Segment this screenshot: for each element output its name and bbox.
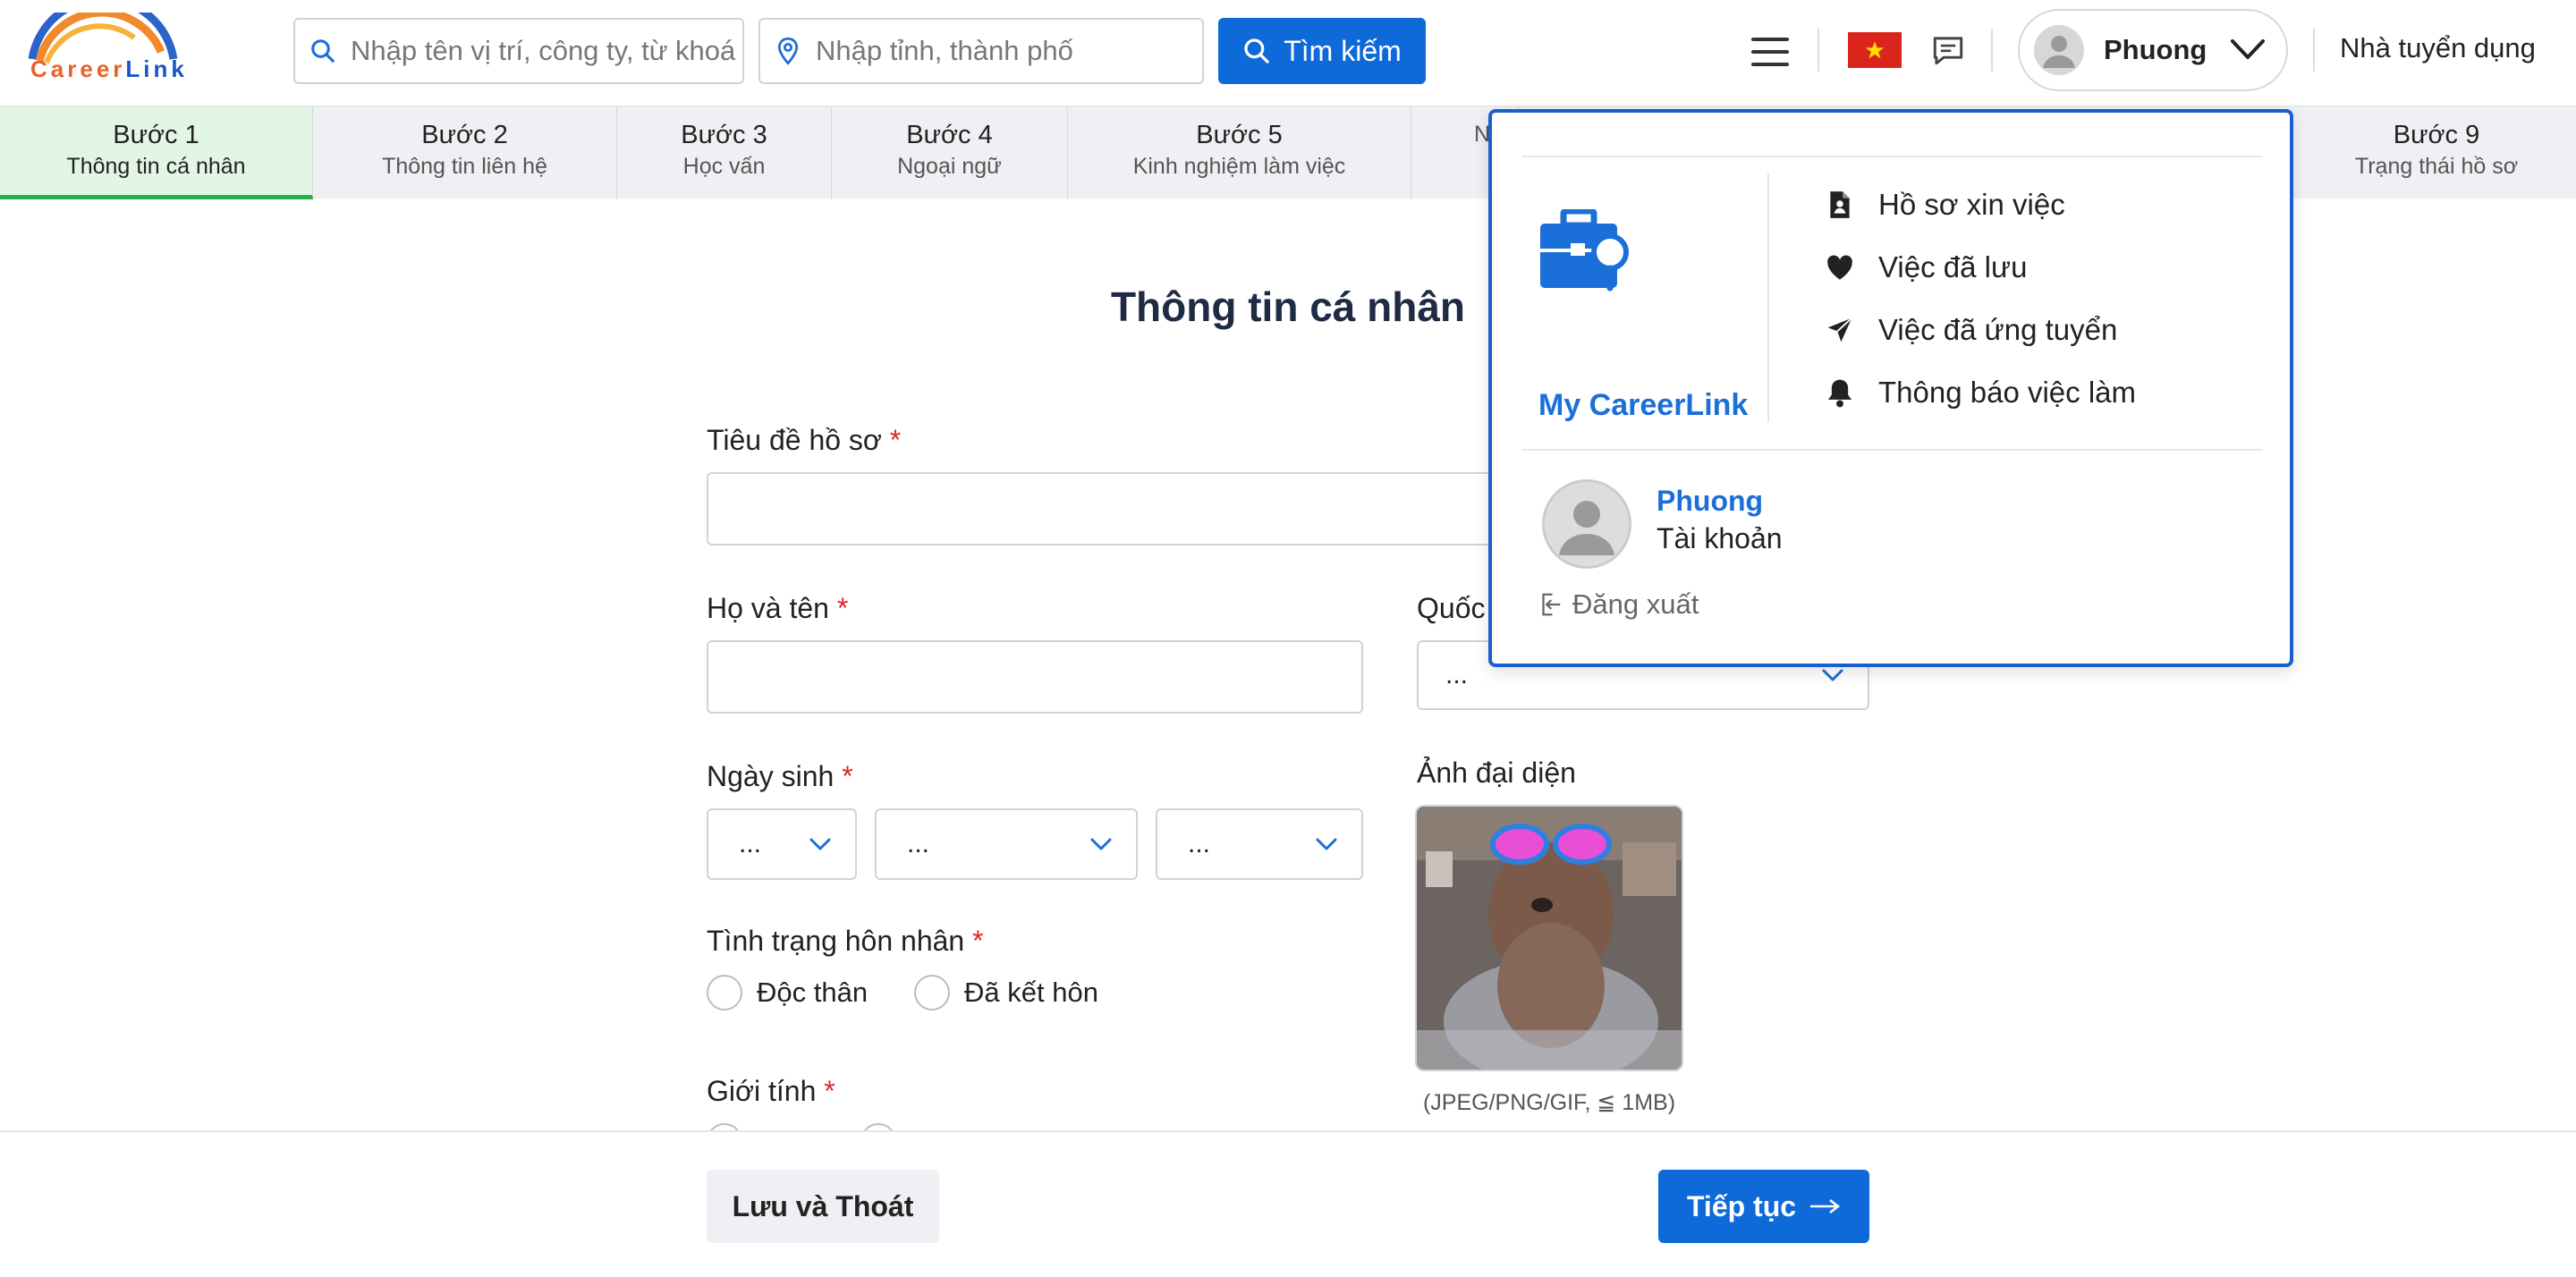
briefcase-search-icon (1540, 207, 1629, 292)
file-user-icon (1823, 188, 1857, 222)
my-careerlink-label: My CareerLink (1538, 388, 1749, 422)
user-dropdown-menu: My CareerLink Hồ sơ xin việc Việc đã lưu… (1488, 109, 2293, 667)
divider (1767, 173, 1769, 422)
search-button[interactable]: Tìm kiếm (1218, 18, 1426, 84)
birthday-month-select[interactable]: ... (875, 808, 1138, 880)
logo-text: CareerLink (30, 55, 188, 82)
divider (2313, 29, 2315, 72)
step-subtitle: Thông tin liên hệ (382, 154, 547, 179)
step-3-tab[interactable]: Bước 3 Học vấn (617, 106, 832, 199)
menu-icon[interactable] (1751, 38, 1789, 66)
location-pin-icon (760, 37, 816, 65)
radio-circle (914, 975, 950, 1011)
heart-icon (1823, 250, 1857, 284)
step-9-tab[interactable]: Bước 9 Trạng thái hồ sơ (2297, 106, 2576, 199)
marital-single-radio[interactable]: Độc thân (707, 975, 868, 1011)
form-footer: Lưu và Thoát Tiếp tục (0, 1130, 2576, 1277)
divider (1818, 29, 1819, 72)
logout-label: Đăng xuất (1572, 588, 1699, 620)
menu-item-job-alerts[interactable]: Thông báo việc làm (1823, 376, 2136, 410)
step-title: Bước 3 (681, 121, 767, 149)
avatar-hint: (JPEG/PNG/GIF, ≦ 1MB) (1422, 1090, 1676, 1115)
chevron-down-icon (1090, 838, 1112, 850)
divider (1522, 449, 2263, 451)
paper-plane-icon (1823, 313, 1857, 347)
full-name-input[interactable] (707, 640, 1363, 714)
arrow-right-icon (1810, 1198, 1841, 1214)
logout-button[interactable]: Đăng xuất (1537, 588, 1699, 621)
radio-label: Độc thân (757, 977, 869, 1008)
logout-icon (1542, 593, 1561, 616)
chevron-down-icon (1316, 838, 1337, 850)
bell-icon (1823, 376, 1857, 410)
marital-status-label: Tình trạng hôn nhân * (707, 925, 984, 957)
keyword-search-field[interactable] (293, 18, 744, 84)
gender-label: Giới tính * (707, 1075, 835, 1107)
step-subtitle: Trạng thái hồ sơ (2354, 154, 2519, 179)
birthday-label: Ngày sinh * (707, 760, 853, 792)
divider (1991, 29, 1993, 72)
step-title: Bước 2 (421, 121, 508, 149)
menu-item-label: Hồ sơ xin việc (1878, 188, 2065, 221)
step-1-tab[interactable]: Bước 1 Thông tin cá nhân (0, 106, 313, 199)
step-title: Bước 5 (1196, 121, 1283, 149)
step-subtitle: Học vấn (682, 154, 766, 179)
chevron-down-icon (1822, 669, 1843, 681)
next-button[interactable]: Tiếp tục (1658, 1170, 1869, 1243)
chevron-down-icon (2231, 39, 2265, 59)
step-5-tab[interactable]: Bước 5 Kinh nghiệm làm việc (1068, 106, 1411, 199)
employer-link[interactable]: Nhà tuyển dụng (2340, 32, 2536, 64)
birthday-month-value: ... (907, 829, 930, 858)
menu-item-label: Thông báo việc làm (1878, 376, 2136, 409)
search-button-label: Tìm kiếm (1284, 34, 1402, 67)
menu-item-cv[interactable]: Hồ sơ xin việc (1823, 188, 2065, 222)
step-2-tab[interactable]: Bước 2 Thông tin liên hệ (313, 106, 617, 199)
vietnam-flag-icon[interactable] (1848, 32, 1902, 68)
dropdown-user-name[interactable]: Phuong (1657, 485, 1763, 518)
avatar-label: Ảnh đại diện (1417, 757, 1576, 789)
step-title: Bước 4 (906, 121, 993, 149)
radio-circle (707, 975, 742, 1011)
search-icon (295, 38, 351, 64)
top-header: CareerLink Tìm kiếm (0, 0, 2576, 106)
divider (1522, 156, 2263, 157)
radio-label: Đã kết hôn (964, 977, 1098, 1008)
user-menu-button[interactable]: Phuong (2018, 9, 2288, 91)
cv-title-label: Tiêu đề hồ sơ * (707, 424, 902, 456)
account-link[interactable]: Tài khoản (1657, 522, 1783, 555)
full-name-label: Họ và tên * (707, 592, 849, 624)
message-icon[interactable] (1930, 34, 1966, 66)
user-name: Phuong (2104, 34, 2207, 65)
nationality-value: ... (1445, 660, 1469, 689)
next-button-label: Tiếp tục (1686, 1189, 1797, 1222)
menu-item-saved-jobs[interactable]: Việc đã lưu (1823, 250, 2027, 284)
step-title: Bước 1 (113, 121, 199, 149)
avatar (1542, 479, 1631, 569)
step-4-tab[interactable]: Bước 4 Ngoại ngữ (832, 106, 1068, 199)
nationality-label: Quốc (1417, 592, 1486, 624)
birthday-day-value: ... (739, 829, 762, 858)
chevron-down-icon (809, 838, 831, 850)
birthday-year-value: ... (1188, 829, 1211, 858)
birthday-day-select[interactable]: ... (707, 808, 857, 880)
menu-item-label: Việc đã ứng tuyển (1878, 313, 2118, 346)
careerlink-logo[interactable]: CareerLink (27, 0, 184, 91)
step-subtitle: Kinh nghiệm làm việc (1132, 154, 1346, 179)
location-field[interactable] (758, 18, 1204, 84)
menu-item-applied-jobs[interactable]: Việc đã ứng tuyển (1823, 313, 2117, 347)
step-subtitle: Ngoại ngữ (897, 154, 1002, 179)
step-title: Bước 9 (2393, 121, 2480, 149)
menu-item-label: Việc đã lưu (1878, 250, 2028, 283)
birthday-year-select[interactable]: ... (1156, 808, 1363, 880)
step-subtitle: Thông tin cá nhân (66, 154, 246, 179)
my-careerlink-link[interactable]: My CareerLink (1538, 207, 1748, 422)
avatar (2034, 25, 2084, 75)
save-exit-button[interactable]: Lưu và Thoát (707, 1170, 939, 1243)
keyword-search-input[interactable] (351, 35, 742, 67)
search-icon (1244, 38, 1269, 63)
avatar-photo[interactable] (1415, 805, 1683, 1071)
marital-married-radio[interactable]: Đã kết hôn (914, 975, 1098, 1011)
location-input[interactable] (816, 35, 1202, 67)
